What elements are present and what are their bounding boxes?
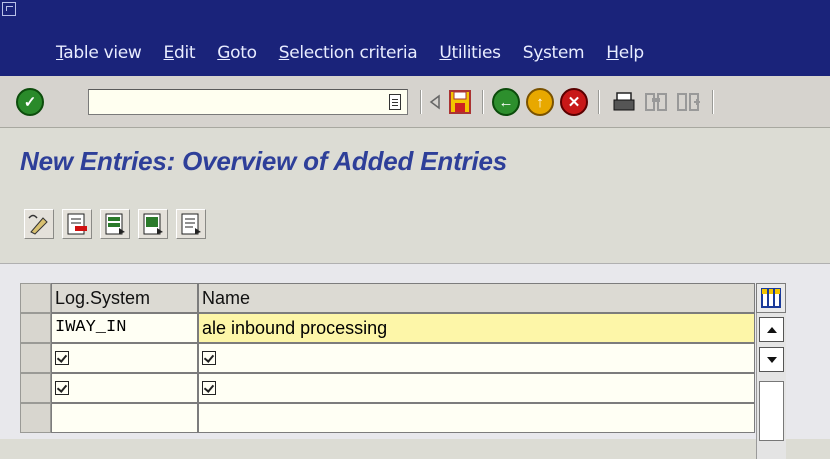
select-all-icon[interactable] xyxy=(100,209,130,239)
scroll-up-icon[interactable] xyxy=(759,317,784,342)
required-entry-icon xyxy=(55,351,69,365)
separator xyxy=(712,90,714,114)
select-block-icon[interactable] xyxy=(138,209,168,239)
command-field[interactable] xyxy=(88,89,408,115)
delete-icon[interactable] xyxy=(62,209,92,239)
save-icon[interactable] xyxy=(446,88,474,116)
log-system-field[interactable] xyxy=(51,373,198,403)
menu-goto[interactable]: Goto xyxy=(217,43,257,63)
log-system-field[interactable] xyxy=(51,403,198,433)
command-history-icon[interactable] xyxy=(389,94,401,110)
column-header-name[interactable]: Name xyxy=(198,283,755,313)
standard-toolbar: ✓ ← ↑ ✕ xyxy=(0,76,830,128)
application-toolbar xyxy=(24,209,206,239)
find-icon[interactable] xyxy=(642,88,670,116)
row-selector[interactable] xyxy=(20,373,51,403)
column-header-log-system[interactable]: Log.System xyxy=(51,283,198,313)
print-icon[interactable] xyxy=(610,88,638,116)
table-control-area: Log.System Name IWAY_IN ale inbound proc… xyxy=(0,263,830,459)
menu-system[interactable]: System xyxy=(523,43,585,63)
name-field[interactable] xyxy=(198,373,755,403)
menu-bar: Table view Edit Goto Selection criteria … xyxy=(0,0,830,76)
required-entry-icon xyxy=(55,381,69,395)
menu-utilities[interactable]: Utilities xyxy=(439,43,501,63)
change-display-icon[interactable] xyxy=(24,209,54,239)
log-system-field[interactable]: IWAY_IN xyxy=(51,313,198,343)
required-entry-icon xyxy=(202,381,216,395)
row-selector[interactable] xyxy=(20,343,51,373)
separator xyxy=(598,90,600,114)
name-field[interactable] xyxy=(198,403,755,433)
scroll-thumb[interactable] xyxy=(759,381,784,441)
table-settings-icon[interactable] xyxy=(756,283,786,313)
back-icon[interactable]: ← xyxy=(492,88,520,116)
name-field[interactable] xyxy=(198,343,755,373)
page-title: New Entries: Overview of Added Entries xyxy=(20,146,508,176)
menu-selection-criteria[interactable]: Selection criteria xyxy=(279,43,418,63)
row-selector[interactable] xyxy=(20,313,51,343)
vertical-scrollbar[interactable] xyxy=(756,313,786,459)
separator xyxy=(482,90,484,114)
select-all-cell[interactable] xyxy=(20,283,51,313)
cancel-icon[interactable]: ✕ xyxy=(560,88,588,116)
back-nav-icon[interactable] xyxy=(428,88,442,116)
required-entry-icon xyxy=(202,351,216,365)
find-next-icon[interactable] xyxy=(674,88,702,116)
menu-items: Table view Edit Goto Selection criteria … xyxy=(56,43,666,63)
menu-edit[interactable]: Edit xyxy=(164,43,196,63)
menu-help[interactable]: Help xyxy=(606,43,644,63)
system-menu-icon[interactable] xyxy=(2,2,16,16)
separator xyxy=(420,90,422,114)
deselect-all-icon[interactable] xyxy=(176,209,206,239)
enter-icon[interactable]: ✓ xyxy=(16,88,44,116)
exit-icon[interactable]: ↑ xyxy=(526,88,554,116)
menu-table-view[interactable]: Table view xyxy=(56,43,142,63)
scroll-down-icon[interactable] xyxy=(759,347,784,372)
log-system-field[interactable] xyxy=(51,343,198,373)
name-field[interactable]: ale inbound processing xyxy=(198,313,755,343)
row-selector[interactable] xyxy=(20,403,51,433)
